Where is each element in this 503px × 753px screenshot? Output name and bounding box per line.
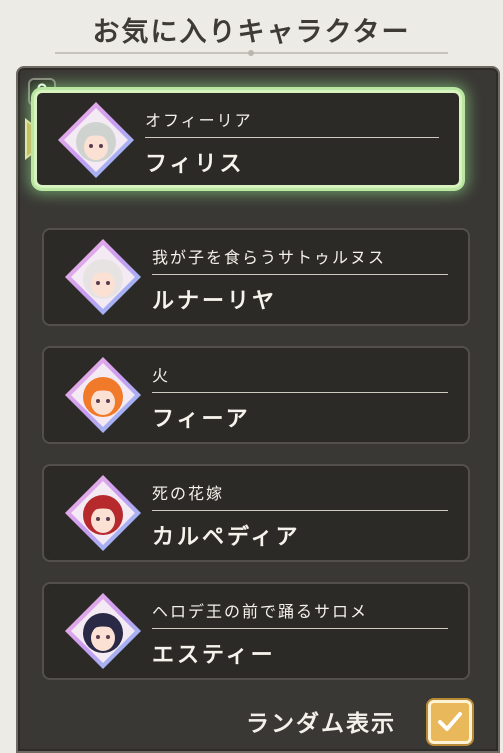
card-divider: [152, 628, 448, 629]
character-name: ルナーリヤ: [152, 289, 278, 314]
header-ornament: [55, 50, 448, 56]
character-epithet: 我が子を食らうサトゥルヌス: [152, 248, 387, 267]
white-hair-red-eye-portrait-icon: [64, 238, 142, 316]
character-name: フィリス: [145, 152, 245, 177]
random-display-label: ランダム表示: [246, 711, 396, 737]
card-divider: [145, 137, 439, 138]
character-name: フィーア: [152, 407, 251, 432]
character-card[interactable]: ヘロデ王の前で踊るサロメエスティー: [42, 582, 470, 680]
card-divider: [152, 392, 448, 393]
character-epithet: 死の花嫁: [152, 484, 225, 503]
page-title: お気に入りキャラクター: [92, 17, 411, 48]
character-card[interactable]: オフィーリアフィリス: [34, 90, 462, 188]
orange-hair-girl-portrait-icon: [64, 356, 142, 434]
character-epithet: ヘロデ王の前で踊るサロメ: [152, 602, 369, 621]
red-hair-bride-portrait-icon: [64, 474, 142, 552]
checkmark-icon: [438, 712, 462, 731]
character-card[interactable]: 火フィーア: [42, 346, 470, 444]
character-name: エスティー: [152, 643, 276, 668]
character-name: カルペディア: [152, 525, 301, 550]
card-divider: [152, 510, 448, 511]
card-divider: [152, 274, 448, 275]
character-epithet: オフィーリア: [145, 111, 253, 130]
character-card[interactable]: 我が子を食らうサトゥルヌスルナーリヤ: [42, 228, 470, 326]
character-epithet: 火: [152, 366, 171, 385]
silver-hair-girl-portrait-icon: [57, 101, 135, 179]
dark-hair-dancer-portrait-icon: [64, 592, 142, 670]
character-card[interactable]: 死の花嫁カルペディア: [42, 464, 470, 562]
random-display-checkbox[interactable]: [428, 700, 472, 744]
